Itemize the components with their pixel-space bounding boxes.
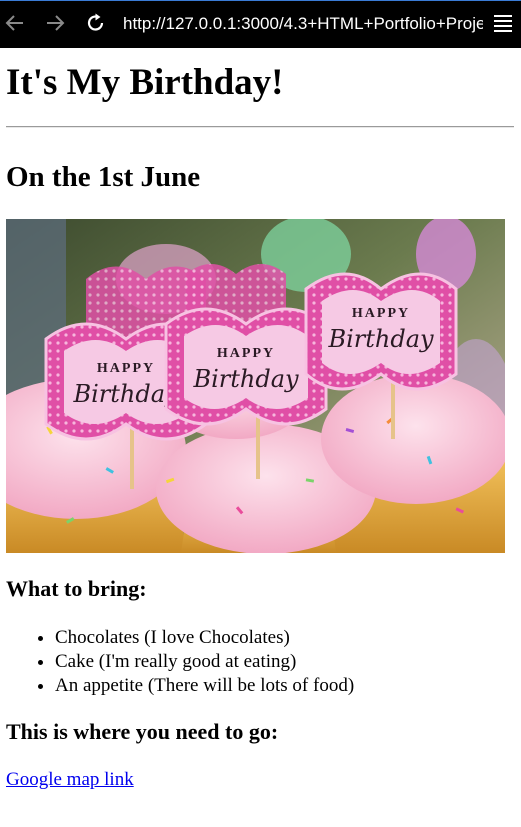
arrow-right-icon (47, 15, 65, 31)
topper-text-birthday-1: Birthday (72, 380, 179, 408)
bring-list: Chocolates (I love Chocolates) Cake (I'm… (0, 626, 354, 698)
arrow-left-icon (5, 15, 23, 31)
reload-icon (87, 13, 104, 31)
birthday-cupcakes-image: HAPPY Birthday HAPPY Birthday HAPPY Birt… (6, 219, 505, 553)
list-item: An appetite (There will be lots of food) (55, 674, 354, 698)
topper-text-birthday-2: Birthday (192, 365, 299, 393)
hamburger-menu-icon[interactable] (494, 14, 512, 34)
bring-heading: What to bring: (6, 576, 147, 601)
forward-button[interactable] (42, 10, 68, 36)
topper-text-happy-2: HAPPY (217, 346, 275, 361)
directions-heading: This is where you need to go: (6, 719, 279, 744)
address-bar[interactable]: http://127.0.0.1:3000/4.3+HTML+Portfolio… (123, 13, 483, 35)
topper-text-happy-3: HAPPY (352, 306, 410, 321)
list-item: Cake (I'm really good at eating) (55, 650, 354, 674)
reload-button[interactable] (83, 10, 109, 36)
topper-text-happy-1: HAPPY (97, 361, 155, 376)
page-title: It's My Birthday! (6, 62, 284, 103)
back-button[interactable] (2, 10, 28, 36)
browser-toolbar: http://127.0.0.1:3000/4.3+HTML+Portfolio… (0, 0, 521, 48)
list-item: Chocolates (I love Chocolates) (55, 626, 354, 650)
topper-text-birthday-3: Birthday (327, 325, 434, 353)
divider (6, 126, 514, 128)
google-map-link[interactable]: Google map link (6, 768, 134, 792)
date-heading: On the 1st June (6, 161, 201, 193)
toolbar-accent-line (0, 0, 521, 1)
